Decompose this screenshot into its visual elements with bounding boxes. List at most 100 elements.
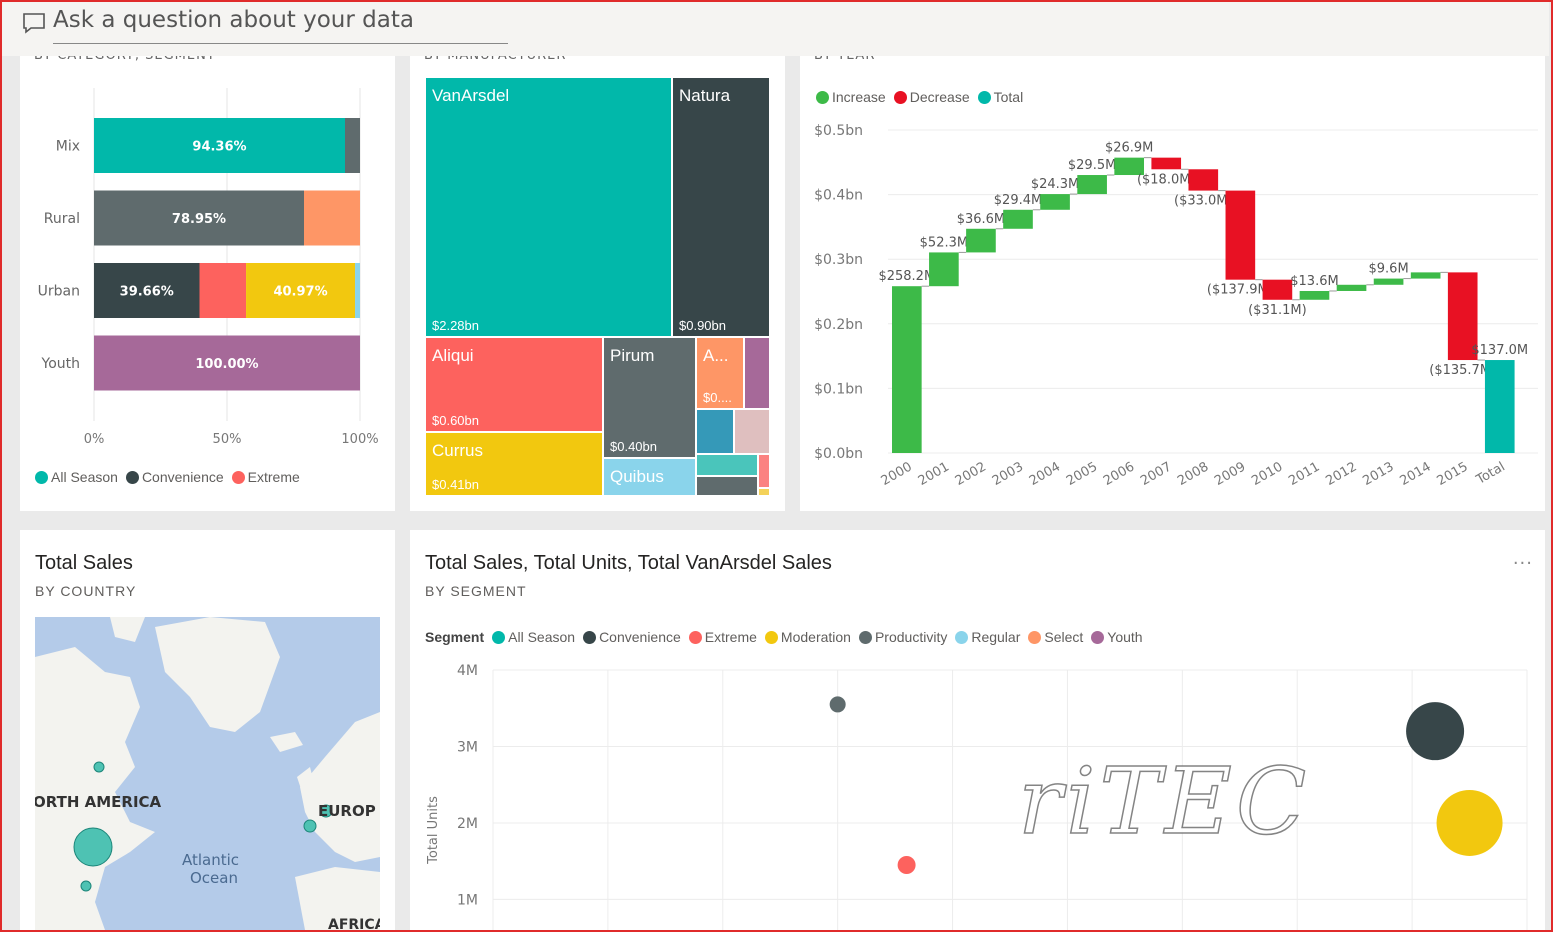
x-tick-label: Total [1473, 459, 1508, 488]
treemap-cell-value: $0.... [703, 390, 732, 405]
waterfall-data-label: $137.0M [1471, 343, 1528, 358]
treemap-cell[interactable]: Pirum $0.40bn [604, 338, 695, 457]
map-label-ocean: Ocean [190, 869, 238, 887]
year-waterfall-tile[interactable]: BY YEAR IncreaseDecreaseTotal $0.0bn$0.1… [800, 48, 1545, 511]
x-tick-label: 2001 [916, 459, 952, 489]
qa-bar: Ask a question about your data [2, 2, 1549, 56]
waterfall-bar [1188, 169, 1219, 191]
treemap-cell[interactable] [759, 489, 769, 495]
arctic-island-shape [110, 617, 145, 642]
treemap-cell[interactable] [697, 410, 733, 453]
map-bubble [80, 880, 92, 892]
y-axis-title: Total Units [426, 796, 441, 865]
waterfall-bar [1262, 279, 1293, 300]
bar-segment [199, 263, 247, 318]
y-tick-label: 1M [457, 892, 478, 908]
y-tick-label: $0.4bn [814, 188, 863, 204]
country-map-tile[interactable]: Total Sales BY COUNTRY ORTH AMERICA EURO… [20, 530, 395, 930]
greenland-shape [155, 617, 280, 732]
legend-dot [35, 470, 48, 484]
waterfall-bar [1410, 272, 1441, 279]
treemap-cell-label: Natura [679, 86, 731, 105]
y-category-label: Youth [41, 356, 81, 372]
treemap-cell[interactable] [745, 338, 769, 408]
map-shapes: ORTH AMERICA EUROP Atlantic Ocean AFRICA [35, 617, 380, 930]
treemap-cell-value: $0.41bn [432, 477, 479, 492]
legend-dot [231, 470, 245, 484]
waterfall-data-label: $29.4M [994, 193, 1042, 208]
treemap-cell[interactable]: Currus $0.41bn [426, 433, 602, 495]
x-tick-label: 2004 [1027, 459, 1063, 489]
treemap-cell[interactable]: VanArsdel $2.28bn [426, 78, 671, 336]
treemap-cell[interactable] [735, 410, 769, 453]
y-category-label: Urban [38, 284, 80, 300]
waterfall-bar [1225, 190, 1256, 280]
treemap-cell-label: A... [703, 346, 729, 365]
x-tick-label: 2007 [1138, 459, 1174, 489]
manufacturer-tile[interactable]: BY MANUFACTURER VanArsdel$2.28bnNatura$0… [410, 48, 785, 511]
treemap-cell[interactable]: A... $0.... [697, 338, 743, 408]
treemap-cell[interactable] [697, 455, 757, 475]
waterfall-data-label: ($31.1M) [1248, 303, 1307, 318]
waterfall-bar [1003, 209, 1033, 229]
treemap-cell[interactable] [759, 455, 769, 487]
bar-segment [344, 118, 360, 173]
bar-segment [304, 190, 360, 246]
waterfall-data-label: $9.6M [1369, 262, 1409, 277]
treemap-cell-value: $0.90bn [679, 318, 726, 333]
waterfall-bar [1336, 284, 1367, 291]
treemap-cell-label: Currus [432, 441, 484, 460]
x-tick-label: 2015 [1435, 459, 1471, 489]
treemap-cell-value: $0.60bn [432, 413, 479, 428]
scatter-point [1406, 702, 1465, 761]
qa-underline [53, 43, 508, 44]
tile-subtitle: BY COUNTRY [35, 583, 137, 599]
waterfall-data-label: ($33.0M) [1174, 194, 1233, 209]
waterfall-bar [892, 286, 922, 453]
tile-title: Total Sales [35, 552, 133, 574]
map-label-north-america: ORTH AMERICA [35, 793, 162, 811]
x-tick-label: 2002 [953, 459, 989, 489]
bar-data-label: 94.36% [192, 140, 246, 155]
treemap-cell-label: Aliqui [432, 346, 474, 365]
treemap-cell-value: $2.28bn [432, 318, 479, 333]
north-america-shape [35, 647, 155, 930]
chat-bubble-icon[interactable] [22, 12, 46, 34]
treemap-cell[interactable]: Quibus [604, 459, 695, 495]
legend-item[interactable]: Extreme [231, 469, 300, 485]
waterfall-data-label: $29.5M [1068, 158, 1116, 173]
waterfall-bar [1151, 157, 1182, 170]
bar-data-label: 39.66% [120, 285, 174, 300]
map-label-ocean: Atlantic [182, 851, 239, 869]
waterfall-bar [929, 252, 959, 287]
treemap-cell[interactable] [697, 477, 757, 495]
segment-scatter-tile[interactable]: Total Sales, Total Units, Total VanArsde… [410, 530, 1545, 930]
x-tick-label: 2003 [990, 459, 1026, 489]
stacked-bar-chart: 0% 50% 100% Mix 94.36% Rural 78.95% Urban 39.66%… [38, 88, 379, 447]
x-tick-label: 100% [341, 432, 378, 447]
legend-dot [125, 470, 139, 484]
y-tick-label: $0.2bn [814, 317, 863, 333]
x-tick-label: 2010 [1249, 459, 1285, 489]
treemap-cell[interactable]: Natura $0.90bn [673, 78, 769, 336]
x-tick-label: 2009 [1212, 459, 1248, 489]
waterfall-bar [1484, 360, 1515, 453]
scatter-point [897, 856, 916, 874]
y-tick-label: 2M [457, 816, 478, 832]
world-map[interactable]: ORTH AMERICA EUROP Atlantic Ocean AFRICA [35, 617, 380, 930]
waterfall-data-label: $24.3M [1031, 177, 1079, 192]
y-tick-label: $0.5bn [814, 123, 863, 139]
y-tick-label: $0.3bn [814, 252, 863, 268]
x-tick-label: 2008 [1175, 459, 1211, 489]
legend-item[interactable]: All Season [35, 469, 118, 485]
qa-input[interactable]: Ask a question about your data [53, 7, 414, 33]
waterfall-bar [1299, 290, 1330, 300]
legend-item[interactable]: Convenience [125, 469, 224, 485]
y-tick-label: $0.1bn [814, 381, 863, 397]
map-bubble [93, 761, 105, 773]
treemap-cell[interactable]: Aliqui $0.60bn [426, 338, 602, 431]
waterfall-bar [1040, 194, 1070, 210]
map-label-africa: AFRICA [328, 917, 380, 930]
treemap-chart: VanArsdel $2.28bn Natura $0.90bn Aliqui $0.60… [410, 56, 785, 511]
category-segment-tile[interactable]: BY CATEGORY, SEGMENT 0%50%100%Mix94.36%R… [20, 48, 395, 511]
